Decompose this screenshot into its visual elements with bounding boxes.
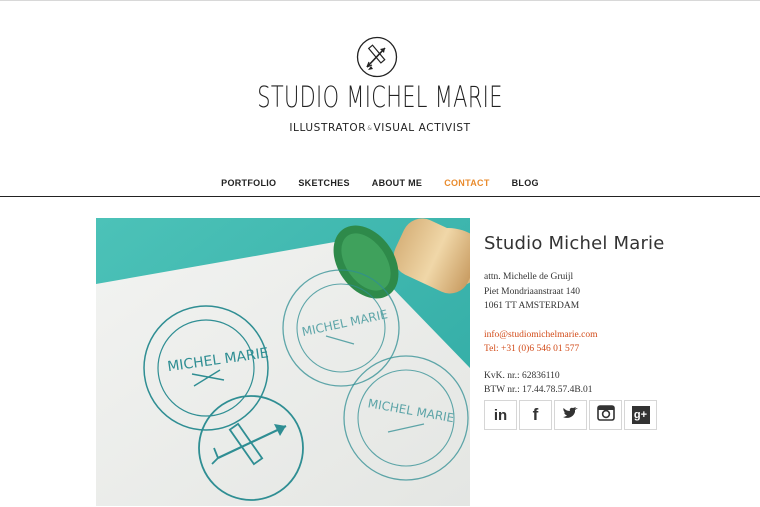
nav-item-about-me[interactable]: ABOUT ME [361, 178, 433, 188]
phone-number[interactable]: Tel: +31 (0)6 546 01 577 [484, 342, 744, 357]
brand-subtitle: ILLUSTRATOR&VISUAL ACTIVIST [0, 122, 760, 134]
brand-subtitle-amp: & [367, 124, 373, 132]
instagram-button[interactable] [589, 400, 622, 430]
social-links: in f g+ [484, 400, 657, 430]
brand-title[interactable]: STUDIO MICHEL MARIE [106, 80, 653, 114]
address-line: Piet Mondriaanstraat 140 [484, 286, 581, 297]
contact-heading: Studio Michel Marie [484, 233, 665, 254]
nav-item-sketches[interactable]: SKETCHES [287, 178, 360, 188]
facebook-icon: f [532, 405, 539, 424]
kvk-number: KvK. nr.: 62836110 [484, 370, 560, 381]
address-line: attn. Michelle de Gruijl [484, 272, 574, 282]
contact-info: Studio Michel Marie attn. Michelle de Gr… [484, 233, 744, 398]
google-plus-button[interactable]: g+ [624, 400, 657, 430]
brand-subtitle-right: VISUAL ACTIVIST [373, 122, 471, 134]
registration-block: KvK. nr.: 62836110 BTW nr.: 17.44.78.57.… [484, 369, 744, 398]
address-block: attn. Michelle de Gruijl Piet Mondriaans… [484, 270, 744, 314]
address-line: 1061 TT AMSTERDAM [484, 301, 580, 311]
contact-details: info@studiomichelmarie.com Tel: +31 (0)6… [484, 328, 744, 357]
twitter-button[interactable] [554, 400, 587, 430]
top-border [0, 0, 760, 1]
linkedin-icon: in [493, 406, 508, 424]
nav-divider [0, 196, 760, 197]
nav-item-contact[interactable]: CONTACT [433, 178, 500, 188]
nav-item-portfolio[interactable]: PORTFOLIO [210, 178, 287, 188]
instagram-icon [596, 404, 615, 426]
brand-subtitle-left: ILLUSTRATOR [289, 122, 367, 134]
btw-number: BTW nr.: 17.44.78.57.4B.01 [484, 385, 593, 395]
stamp-photo: MICHEL MARIE MICHEL MARIE MICHEL MARIE [96, 218, 470, 506]
twitter-icon [562, 406, 580, 425]
nav-item-blog[interactable]: BLOG [501, 178, 550, 188]
main-nav: PORTFOLIO SKETCHES ABOUT ME CONTACT BLOG [0, 178, 760, 188]
google-plus-icon: g+ [631, 406, 650, 424]
facebook-button[interactable]: f [519, 400, 552, 430]
logo-pencil-arrow-icon[interactable] [356, 36, 398, 78]
linkedin-button[interactable]: in [484, 400, 517, 430]
email-link[interactable]: info@studiomichelmarie.com [484, 328, 744, 343]
